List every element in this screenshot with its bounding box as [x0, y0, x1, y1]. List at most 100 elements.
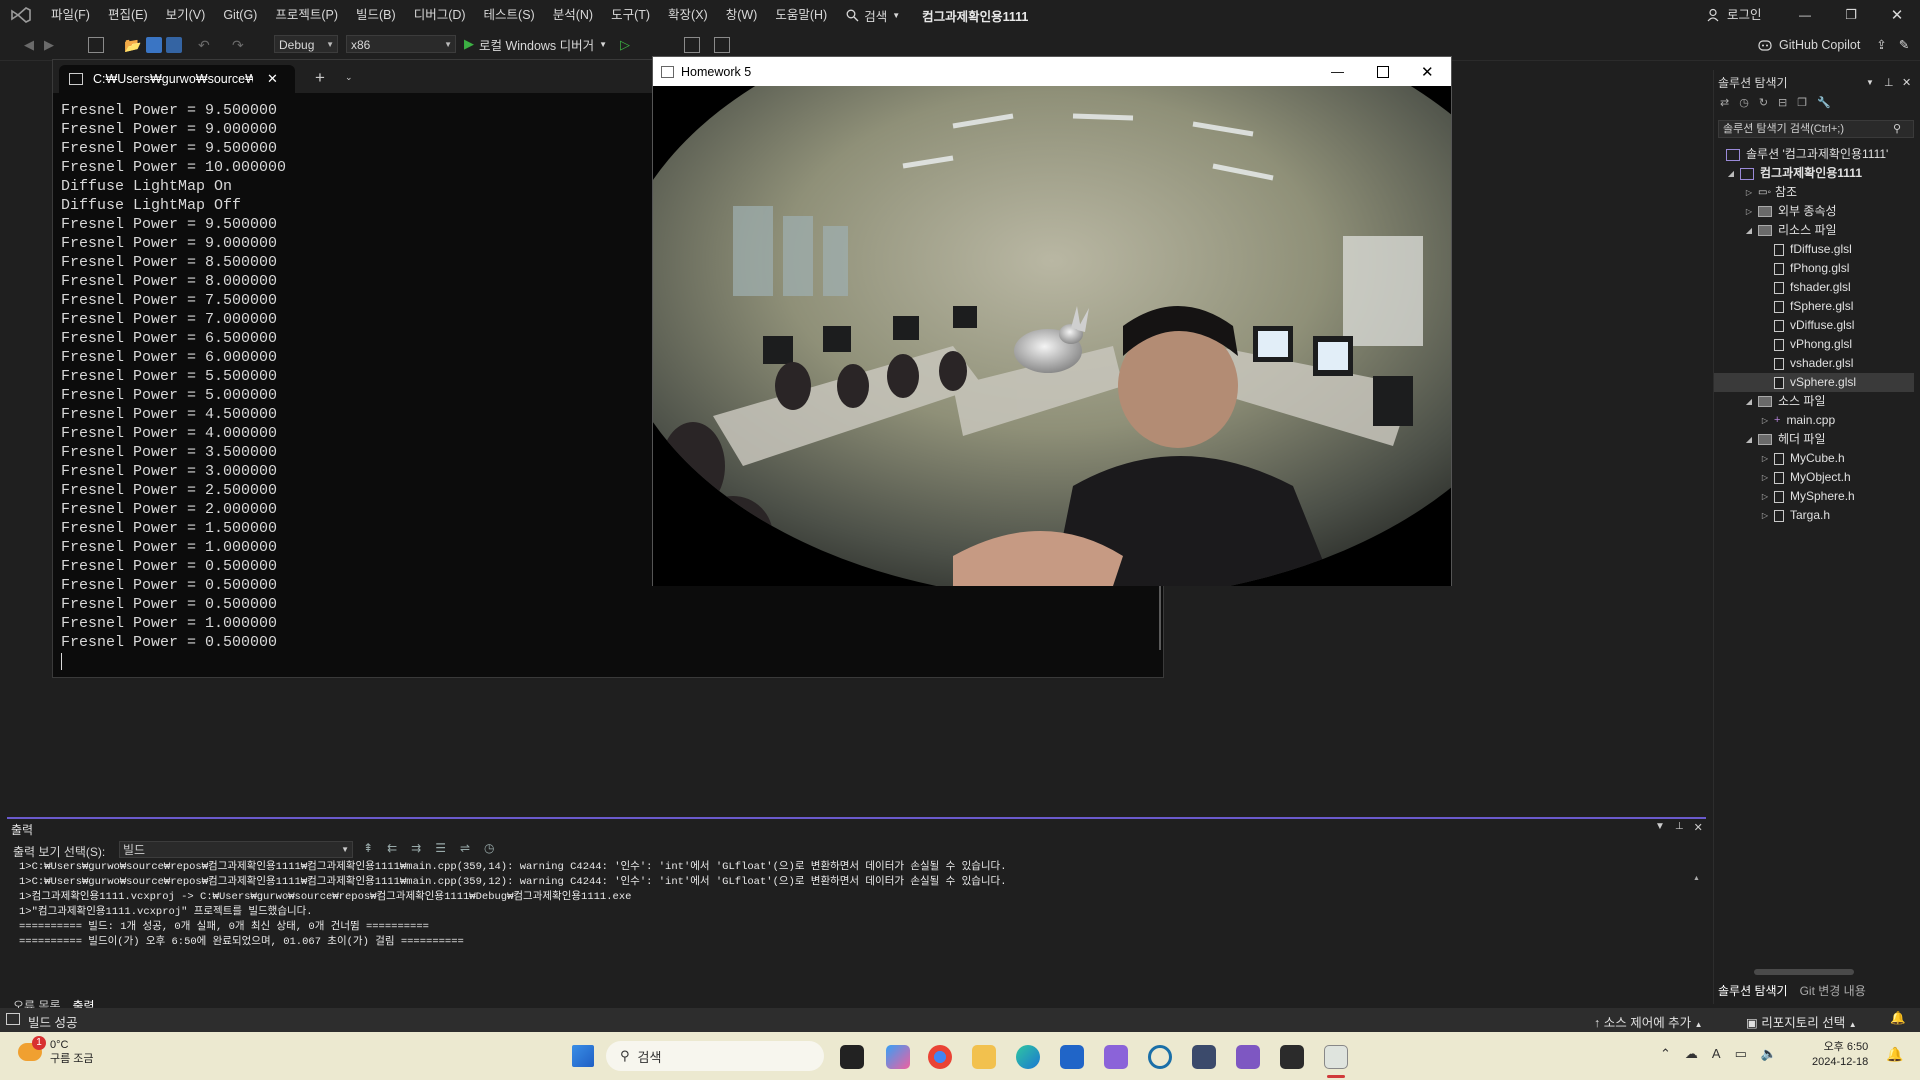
- configuration-select[interactable]: Debug ▼: [274, 35, 338, 53]
- collapsed-triangle-icon[interactable]: ▷: [1760, 449, 1770, 468]
- expanded-triangle-icon[interactable]: ◢: [1744, 392, 1754, 411]
- hw-maximize-icon[interactable]: [1377, 65, 1389, 78]
- collapsed-triangle-icon[interactable]: ▷: [1744, 202, 1754, 221]
- tree-file[interactable]: fshader.glsl: [1774, 278, 1851, 297]
- word-wrap-icon[interactable]: ⇌: [460, 841, 470, 855]
- tree-solution[interactable]: 솔루션 '컴그과제확인용1111': [1726, 145, 1888, 164]
- menu-window[interactable]: 창(W): [717, 0, 767, 30]
- solution-search-input[interactable]: 솔루션 탐색기 검색(Ctrl+;) ⚲: [1718, 120, 1914, 138]
- tree-references[interactable]: ▷ ▭◦ 참조: [1744, 183, 1797, 202]
- tree-file[interactable]: vDiffuse.glsl: [1774, 316, 1854, 335]
- layout-icon[interactable]: [714, 37, 730, 53]
- close-panel-icon[interactable]: ✕: [1902, 76, 1911, 89]
- minimize-button[interactable]: —: [1782, 0, 1828, 30]
- forward-icon[interactable]: ▶: [44, 37, 60, 53]
- app-icon[interactable]: [1148, 1045, 1172, 1069]
- menu-git[interactable]: Git(G): [214, 0, 266, 30]
- share-icon[interactable]: ⇪: [1876, 30, 1886, 60]
- tab-git-changes[interactable]: Git 변경 내용: [1800, 982, 1866, 999]
- pin-icon[interactable]: ⊥: [1884, 76, 1894, 89]
- homework-app-icon[interactable]: [1324, 1045, 1348, 1069]
- prev-message-icon[interactable]: ⇇: [387, 841, 397, 855]
- menu-help[interactable]: 도움말(H): [766, 0, 836, 30]
- expanded-triangle-icon[interactable]: ◢: [1744, 430, 1754, 449]
- tree-file[interactable]: ▷ + main.cpp: [1760, 411, 1835, 430]
- new-tab-icon[interactable]: +: [315, 68, 325, 88]
- store-icon[interactable]: [1060, 1045, 1084, 1069]
- repository-button[interactable]: ▣ 리포지토리 선택 ▲: [1746, 1012, 1857, 1031]
- app-icon[interactable]: [1104, 1045, 1128, 1069]
- login-button[interactable]: 로그인: [1707, 0, 1762, 30]
- tree-external-dependencies[interactable]: ▷ 외부 종속성: [1744, 202, 1837, 221]
- horizontal-scrollbar[interactable]: [1754, 969, 1854, 975]
- file-explorer-icon[interactable]: [972, 1045, 996, 1069]
- start-debugging-button[interactable]: ▶ 로컬 Windows 디버거 ▼: [464, 35, 607, 53]
- start-menu-icon[interactable]: [572, 1045, 594, 1067]
- volume-icon[interactable]: 🔈: [1761, 1046, 1777, 1062]
- close-tab-icon[interactable]: ✕: [267, 71, 278, 87]
- source-control-button[interactable]: ↑ 소스 제어에 추가 ▲: [1594, 1012, 1703, 1031]
- menu-debug[interactable]: 디버그(D): [405, 0, 475, 30]
- feedback-icon[interactable]: ✎: [1899, 30, 1909, 60]
- global-search-button[interactable]: 검색 ▼: [836, 6, 910, 25]
- clear-all-icon[interactable]: ☰: [435, 841, 446, 855]
- onedrive-icon[interactable]: ☁: [1685, 1046, 1698, 1062]
- chevron-down-icon[interactable]: ⌄: [345, 72, 353, 83]
- menu-analyze[interactable]: 분석(N): [544, 0, 602, 30]
- new-project-icon[interactable]: [88, 37, 104, 53]
- platform-select[interactable]: x86 ▼: [346, 35, 456, 53]
- ime-indicator[interactable]: A: [1712, 1046, 1721, 1062]
- taskbar-search[interactable]: ⚲ 검색: [606, 1041, 824, 1071]
- menu-view[interactable]: 보기(V): [157, 0, 215, 30]
- history-icon[interactable]: ◷: [1739, 96, 1749, 114]
- tree-header-files[interactable]: ◢ 헤더 파일: [1744, 430, 1826, 449]
- output-vertical-scrollbar[interactable]: ▲: [1693, 869, 1701, 989]
- edge-icon[interactable]: [1016, 1045, 1040, 1069]
- tree-file[interactable]: fSphere.glsl: [1774, 297, 1853, 316]
- sync-view-icon[interactable]: ⇄: [1720, 96, 1729, 114]
- timestamp-icon[interactable]: ◷: [484, 841, 494, 855]
- copilot-app-icon[interactable]: [886, 1045, 910, 1069]
- tree-file[interactable]: ▷ MyCube.h: [1760, 449, 1845, 468]
- tree-source-files[interactable]: ◢ 소스 파일: [1744, 392, 1826, 411]
- hw-close-icon[interactable]: ✕: [1421, 63, 1434, 81]
- tree-file[interactable]: ▷ MySphere.h: [1760, 487, 1855, 506]
- next-message-icon[interactable]: ⇉: [411, 841, 421, 855]
- chevron-up-icon[interactable]: ⌃: [1660, 1046, 1671, 1062]
- tree-resource-files[interactable]: ◢ 리소스 파일: [1744, 221, 1837, 240]
- refresh-icon[interactable]: ↻: [1759, 96, 1768, 114]
- console-tab[interactable]: C:₩Users₩gurwo₩source₩rep ✕: [59, 65, 295, 93]
- restore-button[interactable]: ❐: [1828, 0, 1874, 30]
- collapsed-triangle-icon[interactable]: ▷: [1760, 468, 1770, 487]
- browser-link-icon[interactable]: [684, 37, 700, 53]
- close-button[interactable]: ✕: [1874, 0, 1920, 30]
- menu-project[interactable]: 프로젝트(P): [266, 0, 347, 30]
- tab-solution-explorer[interactable]: 솔루션 탐색기: [1718, 982, 1788, 999]
- tree-file[interactable]: vPhong.glsl: [1774, 335, 1852, 354]
- console-scrollbar[interactable]: [1159, 575, 1161, 650]
- collapsed-triangle-icon[interactable]: ▷: [1760, 411, 1770, 430]
- menu-extensions[interactable]: 확장(X): [659, 0, 717, 30]
- properties-icon[interactable]: 🔧: [1817, 96, 1831, 114]
- tree-file[interactable]: fPhong.glsl: [1774, 259, 1849, 278]
- pin-icon[interactable]: ⊥: [1675, 821, 1684, 834]
- tree-file[interactable]: ▷ MyObject.h: [1760, 468, 1851, 487]
- visual-studio-icon[interactable]: [1236, 1045, 1260, 1069]
- menu-build[interactable]: 빌드(B): [347, 0, 405, 30]
- close-panel-icon[interactable]: ✕: [1694, 821, 1703, 834]
- terminal-app-icon[interactable]: [1280, 1045, 1304, 1069]
- tree-file-selected[interactable]: vSphere.glsl: [1714, 373, 1914, 392]
- task-view-icon[interactable]: [840, 1045, 864, 1069]
- notification-bell-icon[interactable]: 🔔: [1886, 1046, 1903, 1063]
- menu-edit[interactable]: 편집(E): [99, 0, 157, 30]
- chevron-down-icon[interactable]: ▼: [1655, 821, 1665, 834]
- start-without-debugging-icon[interactable]: ▷: [620, 37, 636, 53]
- menu-tools[interactable]: 도구(T): [602, 0, 659, 30]
- tree-file[interactable]: fDiffuse.glsl: [1774, 240, 1852, 259]
- console-output[interactable]: Fresnel Power = 9.500000 Fresnel Power = …: [61, 101, 286, 671]
- expanded-triangle-icon[interactable]: ◢: [1744, 221, 1754, 240]
- save-all-icon[interactable]: [166, 37, 182, 53]
- back-icon[interactable]: ◀: [24, 37, 40, 53]
- menu-test[interactable]: 테스트(S): [475, 0, 544, 30]
- clock[interactable]: 오후 6:50 2024-12-18: [1812, 1040, 1868, 1070]
